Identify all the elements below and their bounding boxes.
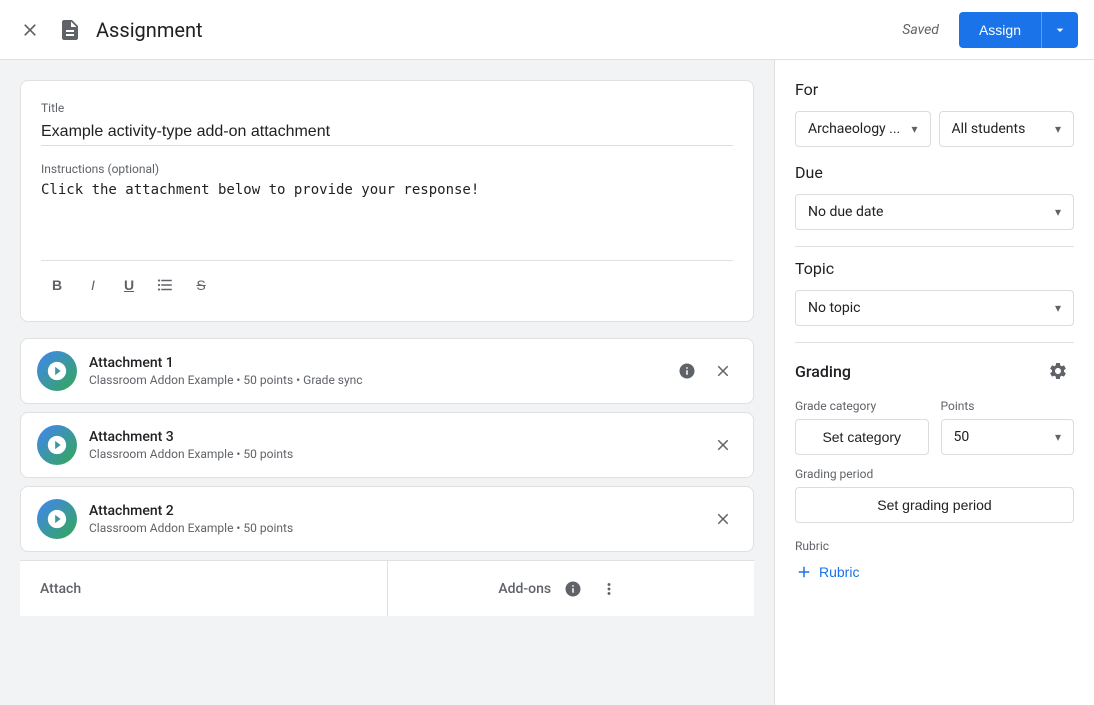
bold-button[interactable]: B [41,269,73,301]
attachment-name: Attachment 3 [89,429,697,445]
assign-button-group: Assign [959,12,1078,48]
attachment-item: Attachment 3 Classroom Addon Example • 5… [20,412,754,478]
grade-category-column: Grade category Set category [795,399,929,455]
topic-dropdown[interactable]: No topic ▾ [795,290,1074,326]
instructions-label: Instructions (optional) [41,162,733,176]
topic-label: Topic [795,259,1074,278]
points-dropdown-arrow: ▾ [1055,430,1061,444]
strikethrough-button[interactable]: S [185,269,217,301]
set-grading-period-button[interactable]: Set grading period [795,487,1074,523]
for-label: For [795,80,1074,99]
page-title: Assignment [96,18,890,42]
attachment-remove-button[interactable] [709,431,737,459]
attachment-info: Attachment 3 Classroom Addon Example • 5… [89,429,697,461]
attach-button[interactable]: Attach [40,561,387,616]
due-value: No due date [808,204,883,220]
grading-period-label: Grading period [795,467,1074,481]
due-dropdown[interactable]: No due date ▾ [795,194,1074,230]
main-content: Title Instructions (optional) Click the … [0,60,1094,705]
attachment-icon [37,499,77,539]
attachment-info: Attachment 2 Classroom Addon Example • 5… [89,503,697,535]
attachment-actions [673,357,737,385]
topic-value: No topic [808,300,860,316]
doc-icon [56,16,84,44]
points-dropdown[interactable]: 50 ▾ [941,419,1075,455]
for-dropdown-row: Archaeology ... ▾ All students ▾ [795,111,1074,147]
topic-dropdown-arrow: ▾ [1055,301,1061,315]
right-panel: For Archaeology ... ▾ All students ▾ Due… [774,60,1094,705]
divider [795,246,1074,247]
assign-button[interactable]: Assign [959,12,1041,48]
assign-dropdown-button[interactable] [1041,12,1078,48]
divider-2 [795,342,1074,343]
attachment-actions [709,431,737,459]
points-column: Points 50 ▾ [941,399,1075,455]
saved-status: Saved [902,22,939,38]
list-button[interactable] [149,269,181,301]
due-label: Due [795,163,1074,182]
title-input[interactable] [41,119,733,146]
grade-columns: Grade category Set category Points 50 ▾ [795,399,1074,455]
title-instructions-card: Title Instructions (optional) Click the … [20,80,754,322]
instructions-field-group: Instructions (optional) Click the attach… [41,162,733,244]
points-label: Points [941,399,1075,413]
grading-header: Grading [795,355,1074,387]
title-field-group: Title [41,101,733,146]
left-panel: Title Instructions (optional) Click the … [0,60,774,705]
addons-button[interactable]: Add-ons [387,561,735,616]
students-value: All students [952,121,1026,137]
attachment-name: Attachment 1 [89,355,661,371]
addons-label: Add-ons [498,581,551,597]
set-category-button[interactable]: Set category [795,419,929,455]
grading-settings-button[interactable] [1042,355,1074,387]
attachment-meta: Classroom Addon Example • 50 points [89,447,697,461]
class-dropdown-arrow: ▾ [911,122,917,136]
attachment-remove-button[interactable] [709,357,737,385]
attachment-item: Attachment 1 Classroom Addon Example • 5… [20,338,754,404]
addons-more-icon[interactable] [595,575,623,603]
close-button[interactable] [16,16,44,44]
class-value: Archaeology ... [808,121,900,137]
app-container: Assignment Saved Assign Title Instructio… [0,0,1094,705]
attachments-container: Attachment 1 Classroom Addon Example • 5… [20,338,754,552]
attachment-info-button[interactable] [673,357,701,385]
bottom-bar: Attach Add-ons [20,560,754,616]
due-dropdown-arrow: ▾ [1055,205,1061,219]
header: Assignment Saved Assign [0,0,1094,60]
title-label: Title [41,101,733,115]
italic-button[interactable]: I [77,269,109,301]
attachment-icon [37,351,77,391]
addons-info-icon[interactable] [559,575,587,603]
attachment-meta: Classroom Addon Example • 50 points [89,521,697,535]
attachment-name: Attachment 2 [89,503,697,519]
attachment-info: Attachment 1 Classroom Addon Example • 5… [89,355,661,387]
formatting-toolbar: B I U S [41,260,733,301]
underline-button[interactable]: U [113,269,145,301]
grade-category-label: Grade category [795,399,929,413]
grading-title: Grading [795,362,851,381]
add-rubric-label: Rubric [819,564,859,580]
attachment-meta: Classroom Addon Example • 50 points • Gr… [89,373,661,387]
attachment-actions [709,505,737,533]
attachment-remove-button[interactable] [709,505,737,533]
points-value: 50 [954,429,970,445]
attachment-item: Attachment 2 Classroom Addon Example • 5… [20,486,754,552]
rubric-label: Rubric [795,539,1074,553]
class-dropdown[interactable]: Archaeology ... ▾ [795,111,931,147]
add-rubric-button[interactable]: Rubric [795,559,859,585]
attachment-icon [37,425,77,465]
students-dropdown-arrow: ▾ [1055,122,1061,136]
students-dropdown[interactable]: All students ▾ [939,111,1075,147]
instructions-input[interactable]: Click the attachment below to provide yo… [41,180,733,240]
